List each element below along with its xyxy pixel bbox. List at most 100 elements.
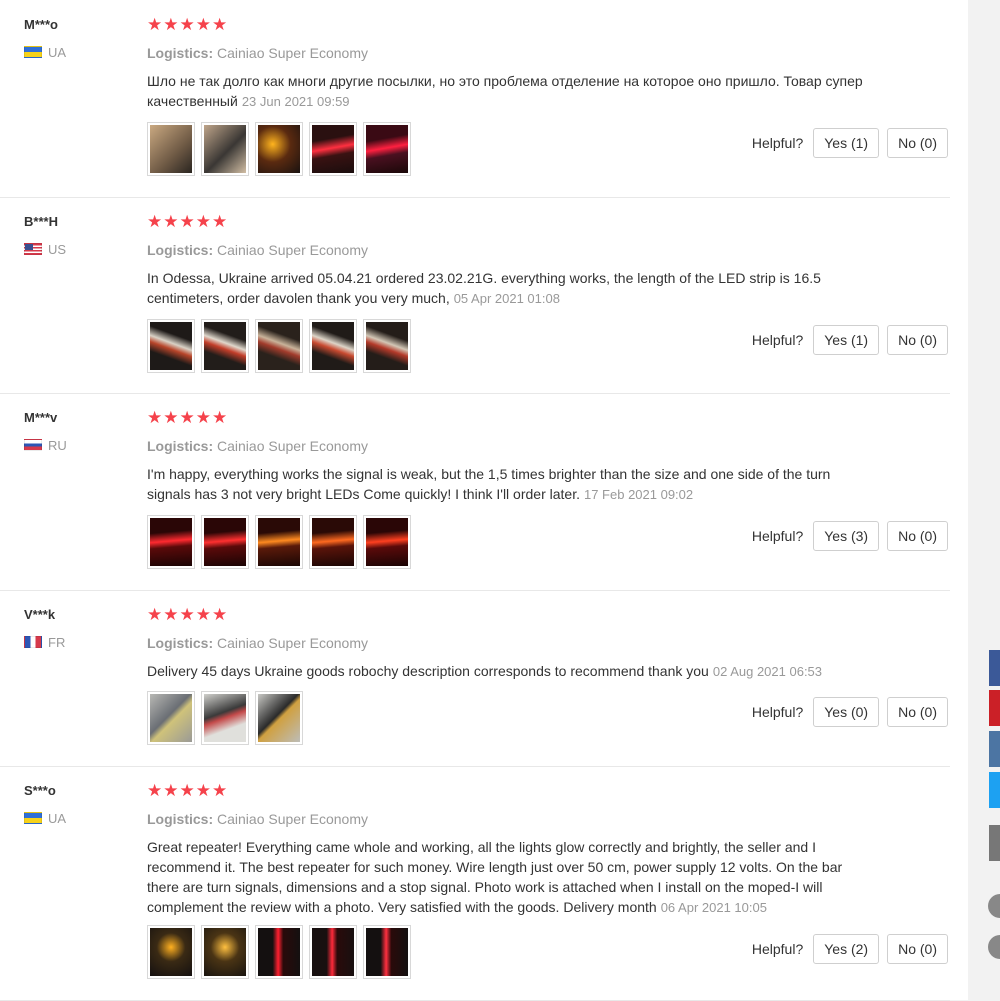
photo-image [258,125,300,173]
review-photos [147,122,411,176]
photo-image [312,928,354,976]
star-icon: ★ [163,212,179,231]
vk-share-icon[interactable] [989,731,1000,767]
country-flag-icon [24,439,42,451]
review-photo-thumbnail[interactable] [201,319,249,373]
helpful-votes: Helpful? Yes (2) No (0) [752,934,948,964]
star-icon: ★ [212,408,228,427]
star-icon: ★ [163,408,179,427]
star-icon: ★ [212,605,228,624]
scroll-button[interactable] [988,894,1000,918]
helpful-no-button[interactable]: No (0) [887,934,948,964]
helpful-no-button[interactable]: No (0) [887,128,948,158]
country-code: UA [48,810,67,826]
review-photo-thumbnail[interactable] [201,122,249,176]
star-icon: ★ [195,781,211,800]
review-item: S***o UA ★ ★ ★ ★ ★ Logistics: Cainiao Super Eco… [0,766,950,1001]
photo-image [258,928,300,976]
photo-image [150,928,192,976]
logistics-info: Logistics: Cainiao Super Economy [147,438,368,454]
review-photo-thumbnail[interactable] [255,515,303,569]
helpful-yes-button[interactable]: Yes (3) [813,521,880,551]
review-photos [147,515,411,569]
review-photo-thumbnail[interactable] [309,925,357,979]
logistics-info: Logistics: Cainiao Super Economy [147,635,368,651]
review-photo-thumbnail[interactable] [309,122,357,176]
helpful-no-button[interactable]: No (0) [887,697,948,727]
country-code: UA [48,44,67,60]
photo-image [366,518,408,566]
review-photo-thumbnail[interactable] [309,515,357,569]
helpful-votes: Helpful? Yes (1) No (0) [752,325,948,355]
star-icon: ★ [212,781,228,800]
photo-image [204,694,246,742]
review-photo-thumbnail[interactable] [255,925,303,979]
review-photo-thumbnail[interactable] [363,319,411,373]
country-code: RU [48,437,67,453]
review-photo-thumbnail[interactable] [147,925,195,979]
helpful-votes: Helpful? Yes (1) No (0) [752,128,948,158]
review-photo-thumbnail[interactable] [147,122,195,176]
star-icon: ★ [147,212,163,231]
logistics-value: Cainiao Super Economy [217,811,368,827]
star-rating: ★ ★ ★ ★ ★ [147,782,227,800]
helpful-no-button[interactable]: No (0) [887,521,948,551]
logistics-label: Logistics: [147,811,214,827]
review-photo-thumbnail[interactable] [363,515,411,569]
review-photo-thumbnail[interactable] [201,691,249,745]
review-text: Great repeater! Everything came whole an… [147,837,867,918]
review-photo-thumbnail[interactable] [201,515,249,569]
photo-image [258,518,300,566]
photo-image [366,322,408,370]
more-share-icon[interactable] [989,825,1000,861]
logistics-info: Logistics: Cainiao Super Economy [147,242,368,258]
helpful-yes-button[interactable]: Yes (1) [813,325,880,355]
country-flag-icon [24,812,42,824]
pinterest-share-icon[interactable] [989,690,1000,726]
star-icon: ★ [163,605,179,624]
star-icon: ★ [147,781,163,800]
reviewer-name: V***k [24,607,56,622]
photo-image [150,694,192,742]
star-icon: ★ [179,605,195,624]
photo-image [150,322,192,370]
reviewer-country: FR [24,634,65,650]
review-photo-thumbnail[interactable] [363,122,411,176]
twitter-share-icon[interactable] [989,772,1000,808]
logistics-info: Logistics: Cainiao Super Economy [147,45,368,61]
review-item: V***k FR ★ ★ ★ ★ ★ Logistics: Cainiao Super Eco… [0,590,950,767]
reviewer-country: RU [24,437,67,453]
logistics-value: Cainiao Super Economy [217,45,368,61]
star-icon: ★ [212,15,228,34]
photo-image [366,928,408,976]
review-photo-thumbnail[interactable] [147,515,195,569]
review-photo-thumbnail[interactable] [147,319,195,373]
review-photo-thumbnail[interactable] [255,122,303,176]
review-photo-thumbnail[interactable] [363,925,411,979]
review-photo-thumbnail[interactable] [255,691,303,745]
review-date: 05 Apr 2021 01:08 [453,291,560,306]
review-photo-thumbnail[interactable] [255,319,303,373]
helpful-no-button[interactable]: No (0) [887,325,948,355]
facebook-share-icon[interactable] [989,650,1000,686]
reviewer-country: UA [24,810,66,826]
helpful-yes-button[interactable]: Yes (1) [813,128,880,158]
helpful-votes: Helpful? Yes (3) No (0) [752,521,948,551]
review-photo-thumbnail[interactable] [201,925,249,979]
review-photo-thumbnail[interactable] [147,691,195,745]
back-to-top-button[interactable] [988,935,1000,959]
helpful-label: Helpful? [751,332,804,348]
country-flag-icon [24,46,42,58]
reviewer-name: B***H [24,214,58,229]
reviewer-country: US [24,241,66,257]
review-photo-thumbnail[interactable] [309,319,357,373]
helpful-votes: Helpful? Yes (0) No (0) [752,697,948,727]
star-rating: ★ ★ ★ ★ ★ [147,409,227,427]
logistics-value: Cainiao Super Economy [217,438,368,454]
helpful-yes-button[interactable]: Yes (0) [813,697,880,727]
logistics-label: Logistics: [147,242,214,258]
helpful-label: Helpful? [751,704,804,720]
photo-image [204,518,246,566]
reviews-panel: M***o UA ★ ★ ★ ★ ★ Logistics: Cainiao Super Eco… [0,0,968,1001]
helpful-yes-button[interactable]: Yes (2) [813,934,880,964]
